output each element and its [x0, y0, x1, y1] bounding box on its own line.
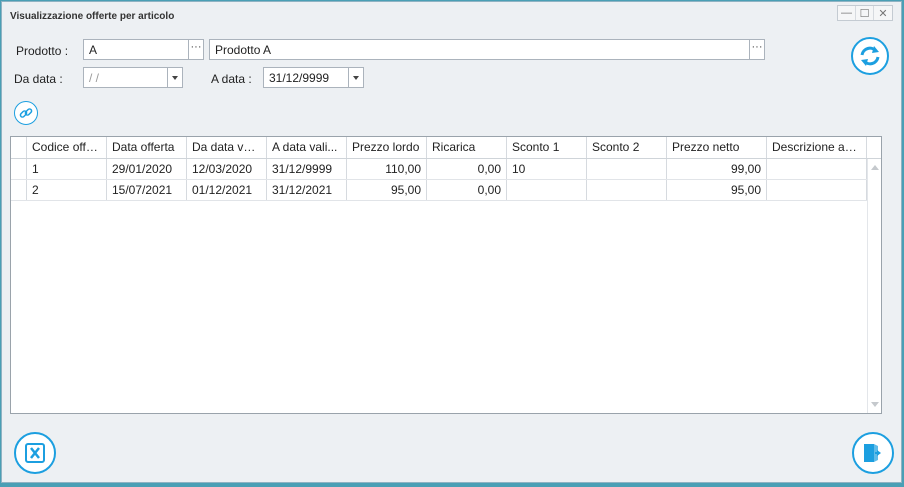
table-cell	[767, 180, 867, 200]
main-window: Visualizzazione offerte per articolo — ☐…	[1, 1, 902, 483]
product-code-field[interactable]: A	[83, 39, 189, 60]
from-date-field[interactable]: / /	[83, 67, 168, 88]
vertical-scrollbar[interactable]	[867, 159, 881, 413]
excel-icon	[25, 443, 45, 463]
product-name-lookup-button[interactable]: ···	[749, 39, 765, 60]
table-cell: 12/03/2020	[187, 159, 267, 179]
table-cell: 10	[507, 159, 587, 179]
link-button[interactable]	[14, 101, 38, 125]
exit-button[interactable]	[852, 432, 894, 474]
link-icon	[19, 108, 33, 118]
column-header[interactable]: Codice offe...	[27, 137, 107, 158]
column-header[interactable]: Prezzo lordo	[347, 137, 427, 158]
table-cell: 0,00	[427, 159, 507, 179]
column-header[interactable]: Descrizione ag...	[767, 137, 867, 158]
to-date-label: A data :	[211, 72, 252, 86]
product-name-field[interactable]: Prodotto A	[209, 39, 750, 60]
column-header[interactable]: Prezzo netto	[667, 137, 767, 158]
table-cell: 31/12/2021	[267, 180, 347, 200]
table-cell: 1	[27, 159, 107, 179]
row-selector[interactable]	[11, 159, 27, 179]
table-cell: 110,00	[347, 159, 427, 179]
table-cell: 0,00	[427, 180, 507, 200]
table-header: Codice offe... Data offerta Da data vali…	[11, 137, 881, 159]
maximize-icon[interactable]: ☐	[856, 6, 874, 20]
minimize-icon[interactable]: —	[838, 6, 856, 20]
table-cell	[507, 180, 587, 200]
row-selector-header	[11, 137, 27, 158]
product-label: Prodotto :	[16, 44, 69, 58]
from-date-dropdown-button[interactable]	[167, 67, 183, 88]
excel-export-button[interactable]	[14, 432, 56, 474]
row-selector[interactable]	[11, 180, 27, 200]
column-header[interactable]: Ricarica	[427, 137, 507, 158]
table-cell: 95,00	[667, 180, 767, 200]
column-header[interactable]: Sconto 2	[587, 137, 667, 158]
table-cell: 29/01/2020	[107, 159, 187, 179]
table-row[interactable]: 1 29/01/2020 12/03/2020 31/12/9999 110,0…	[11, 159, 881, 180]
table-cell: 99,00	[667, 159, 767, 179]
exit-icon	[864, 444, 881, 462]
from-date-label: Da data :	[14, 72, 63, 86]
table-cell: 31/12/9999	[267, 159, 347, 179]
table-cell: 2	[27, 180, 107, 200]
to-date-field[interactable]: 31/12/9999	[263, 67, 349, 88]
column-header[interactable]: Sconto 1	[507, 137, 587, 158]
scroll-up-icon[interactable]	[871, 165, 879, 170]
table-row[interactable]: 2 15/07/2021 01/12/2021 31/12/2021 95,00…	[11, 180, 881, 201]
scroll-down-icon[interactable]	[871, 402, 879, 407]
refresh-icon	[860, 46, 880, 66]
column-header[interactable]: A data vali...	[267, 137, 347, 158]
column-header[interactable]: Da data vali...	[187, 137, 267, 158]
window-controls: — ☐ ✕	[837, 5, 893, 21]
title-bar: Visualizzazione offerte per articolo — ☐…	[2, 2, 901, 30]
table-cell	[587, 159, 667, 179]
table-cell	[587, 180, 667, 200]
to-date-dropdown-button[interactable]	[348, 67, 364, 88]
offers-table: Codice offe... Data offerta Da data vali…	[10, 136, 882, 414]
column-header[interactable]: Data offerta	[107, 137, 187, 158]
close-icon[interactable]: ✕	[874, 6, 892, 20]
table-cell: 15/07/2021	[107, 180, 187, 200]
table-cell	[767, 159, 867, 179]
table-cell: 95,00	[347, 180, 427, 200]
window-title: Visualizzazione offerte per articolo	[10, 11, 175, 22]
table-cell: 01/12/2021	[187, 180, 267, 200]
refresh-button[interactable]	[851, 37, 889, 75]
product-code-lookup-button[interactable]: ···	[188, 39, 204, 60]
